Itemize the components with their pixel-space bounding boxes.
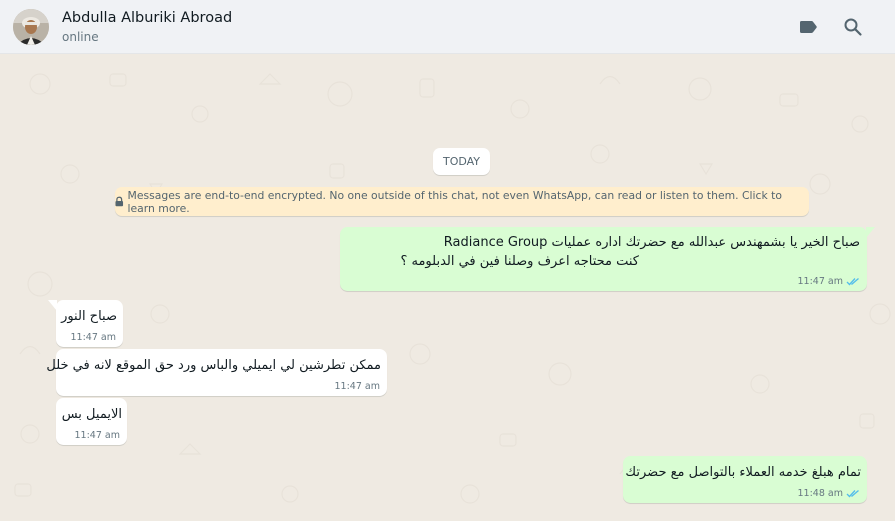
avatar[interactable] (13, 9, 49, 45)
label-icon[interactable] (796, 15, 820, 39)
lock-icon (115, 196, 124, 207)
date-chip: TODAY (433, 148, 490, 175)
message-meta: 11:47 am (75, 430, 120, 441)
contact-status: online (62, 30, 99, 44)
message-meta: 11:47 am (71, 332, 116, 343)
message-meta: 11:47 am (798, 276, 860, 287)
message-text-line: كنت محتاجه اعرف وصلنا فين في الدبلومه ؟ (400, 254, 639, 269)
message-text-line: ممكن تطرشين لي ايميلي والباس ورد حق المو… (46, 358, 381, 373)
message-text-line: تمام هبلغ خدمه العملاء بالتواصل مع حضرتك (625, 465, 861, 480)
search-icon[interactable] (841, 15, 865, 39)
message-time: 11:47 am (74, 430, 120, 441)
message-text-line: الايميل بس (61, 407, 122, 422)
message-time: 11:47 am (797, 276, 843, 287)
message-bubble-outgoing[interactable]: صباح الخير يا بشمهندس عبدالله مع حضرتك ا… (340, 227, 867, 291)
message-meta: 11:47 am (335, 381, 380, 392)
encryption-notice-text: Messages are end-to-end encrypted. No on… (127, 188, 782, 215)
message-bubble-outgoing[interactable]: تمام هبلغ خدمه العملاء بالتواصل مع حضرتك… (623, 456, 867, 503)
message-bubble-incoming[interactable]: الايميل بس 11:47 am (56, 398, 127, 445)
message-time: 11:48 am (797, 488, 843, 499)
message-bubble-incoming[interactable]: ممكن تطرشين لي ايميلي والباس ورد حق المو… (46, 349, 387, 396)
message-text-line: صباح النور (61, 309, 117, 324)
message-bubble-incoming[interactable]: صباح النور 11:47 am (56, 300, 123, 347)
message-time: 11:47 am (70, 332, 116, 343)
avatar-image (13, 9, 49, 45)
bubble-tail (866, 227, 875, 238)
message-time: 11:47 am (334, 381, 380, 392)
message-text-line: صباح الخير يا بشمهندس عبدالله مع حضرتك ا… (443, 235, 860, 250)
read-receipt-icon (846, 490, 859, 498)
chat-panel[interactable]: TODAY Messages are end-to-end encrypted.… (0, 54, 895, 521)
contact-name[interactable]: Abdulla Alburiki Abroad (62, 10, 232, 26)
read-receipt-icon (846, 278, 859, 286)
encryption-notice[interactable]: Messages are end-to-end encrypted. No on… (115, 187, 809, 216)
chat-header: Abdulla Alburiki Abroad online (0, 0, 895, 54)
bubble-tail (48, 300, 57, 311)
message-meta: 11:48 am (798, 488, 860, 499)
